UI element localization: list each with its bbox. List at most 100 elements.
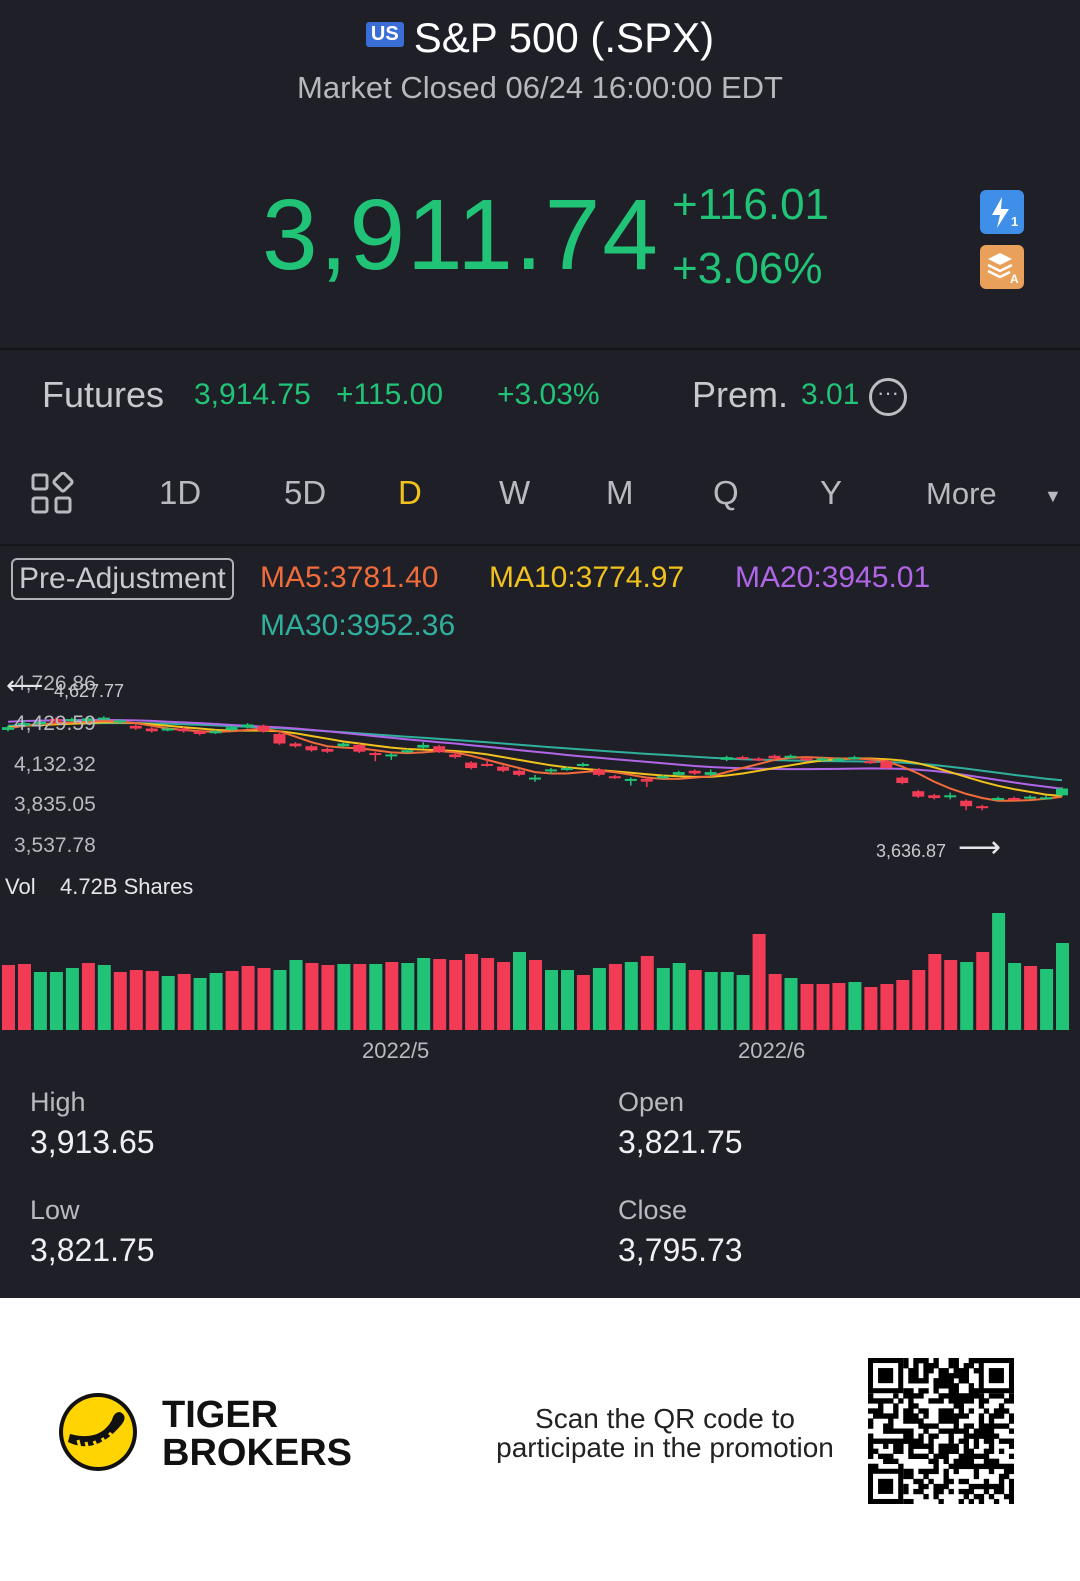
page-title-row: US S&P 500 (.SPX) (0, 14, 1080, 62)
candle (944, 792, 957, 800)
tab-m[interactable]: M (606, 474, 634, 512)
price-change-percent: +3.06% (672, 244, 823, 293)
lightning-icon[interactable]: 1 (980, 190, 1024, 234)
tab-w[interactable]: W (499, 474, 530, 512)
candle (976, 804, 989, 811)
tab-y[interactable]: Y (820, 474, 842, 512)
volume-bar (433, 959, 447, 1030)
volume-bar (832, 983, 846, 1030)
tiger-logo-icon (56, 1390, 140, 1474)
y-axis-label: 4,429.59 (14, 712, 96, 735)
volume-bar (33, 972, 47, 1030)
volume-label: Vol (5, 874, 36, 899)
candle (289, 742, 302, 748)
premium-label: Prem. (692, 374, 789, 415)
volume-bar (1008, 963, 1022, 1030)
candle (465, 761, 478, 770)
candle (305, 744, 318, 752)
layout-grid-icon[interactable] (30, 471, 74, 516)
volume-bar (401, 963, 415, 1030)
pre-adjustment-button[interactable]: Pre-Adjustment (11, 558, 234, 600)
volume-bar (624, 962, 638, 1030)
low-value: 3,821.75 (30, 1232, 155, 1268)
tab-1d[interactable]: 1D (159, 474, 201, 512)
open-label: Open (618, 1087, 685, 1117)
volume-bar (784, 978, 798, 1030)
more-options-icon[interactable]: ··· (869, 378, 907, 416)
volume-bar (113, 972, 127, 1030)
ma10-line (7, 721, 1063, 797)
candle (912, 789, 925, 799)
volume-bar (848, 982, 862, 1030)
volume-bar (257, 968, 271, 1030)
tab-more[interactable]: More (926, 476, 997, 512)
candle (688, 769, 701, 775)
volume-bar (752, 934, 766, 1030)
volume-bar (704, 972, 718, 1030)
volume-bar (449, 960, 463, 1030)
volume-bar (640, 956, 654, 1030)
volume-bar (161, 976, 175, 1030)
candle (608, 774, 621, 779)
futures-label: Futures (42, 374, 165, 415)
ma10-value: MA10:3774.97 (489, 561, 685, 594)
brand-name-line1: TIGER (162, 1394, 279, 1436)
volume-bar (736, 975, 750, 1030)
brand-name-line2: BROKERS (162, 1432, 353, 1474)
layers-icon[interactable]: A (980, 245, 1024, 289)
volume-bar (992, 913, 1006, 1030)
tab-q[interactable]: Q (713, 474, 739, 512)
page-title: S&P 500 (.SPX) (413, 14, 715, 61)
volume-bar (1040, 969, 1054, 1030)
candle (640, 777, 653, 788)
volume-bar (417, 958, 431, 1030)
premium-value: 3.01 (801, 378, 860, 411)
divider (0, 348, 1080, 350)
volume-bar (608, 964, 622, 1030)
promo-text-line1: Scan the QR code to (535, 1403, 795, 1434)
volume-bar (145, 971, 159, 1030)
x-axis-label: 2022/5 (362, 1038, 430, 1063)
volume-bar (545, 970, 558, 1030)
price-chart[interactable] (0, 660, 1080, 1070)
arrow-right-icon: ⟶ (958, 831, 1002, 864)
volume-bar (944, 960, 958, 1030)
chevron-down-icon[interactable]: ▼ (1044, 486, 1062, 507)
y-axis-label: 4,132.32 (14, 753, 96, 776)
volume-bar (289, 960, 303, 1030)
candle (369, 751, 382, 762)
low-label: Low (30, 1195, 80, 1225)
volume-bar (672, 963, 686, 1030)
volume-bar (561, 970, 574, 1030)
volume-bar (1056, 943, 1069, 1030)
volume-bar (97, 965, 111, 1030)
candle (385, 753, 398, 760)
close-value: 3,795.73 (618, 1232, 743, 1268)
volume-bar (241, 966, 255, 1030)
arrow-left-icon: ⟵ (6, 670, 44, 700)
volume-bar (720, 972, 734, 1030)
open-value: 3,821.75 (618, 1124, 743, 1160)
futures-change: +115.00 (336, 378, 444, 411)
volume-bar (193, 978, 207, 1030)
candle (960, 799, 973, 811)
candle (353, 743, 366, 754)
volume-bar (65, 968, 79, 1030)
volume-bar (177, 974, 191, 1030)
ma30-value: MA30:3952.36 (260, 609, 456, 642)
volume-bar (129, 970, 143, 1030)
volume-bar (209, 973, 223, 1030)
volume-bar (497, 962, 511, 1030)
volume-bar (49, 972, 63, 1030)
market-badge: US (365, 22, 404, 48)
candle (129, 724, 142, 730)
candle (624, 777, 637, 786)
volume-value: 4.72B Shares (60, 874, 194, 899)
volume-bar (768, 974, 782, 1030)
candle (880, 759, 893, 770)
candle (576, 762, 589, 767)
candle (1056, 787, 1068, 797)
tab-5d[interactable]: 5D (284, 474, 326, 512)
tab-d[interactable]: D (398, 474, 422, 512)
qr-code[interactable] (868, 1358, 1014, 1504)
